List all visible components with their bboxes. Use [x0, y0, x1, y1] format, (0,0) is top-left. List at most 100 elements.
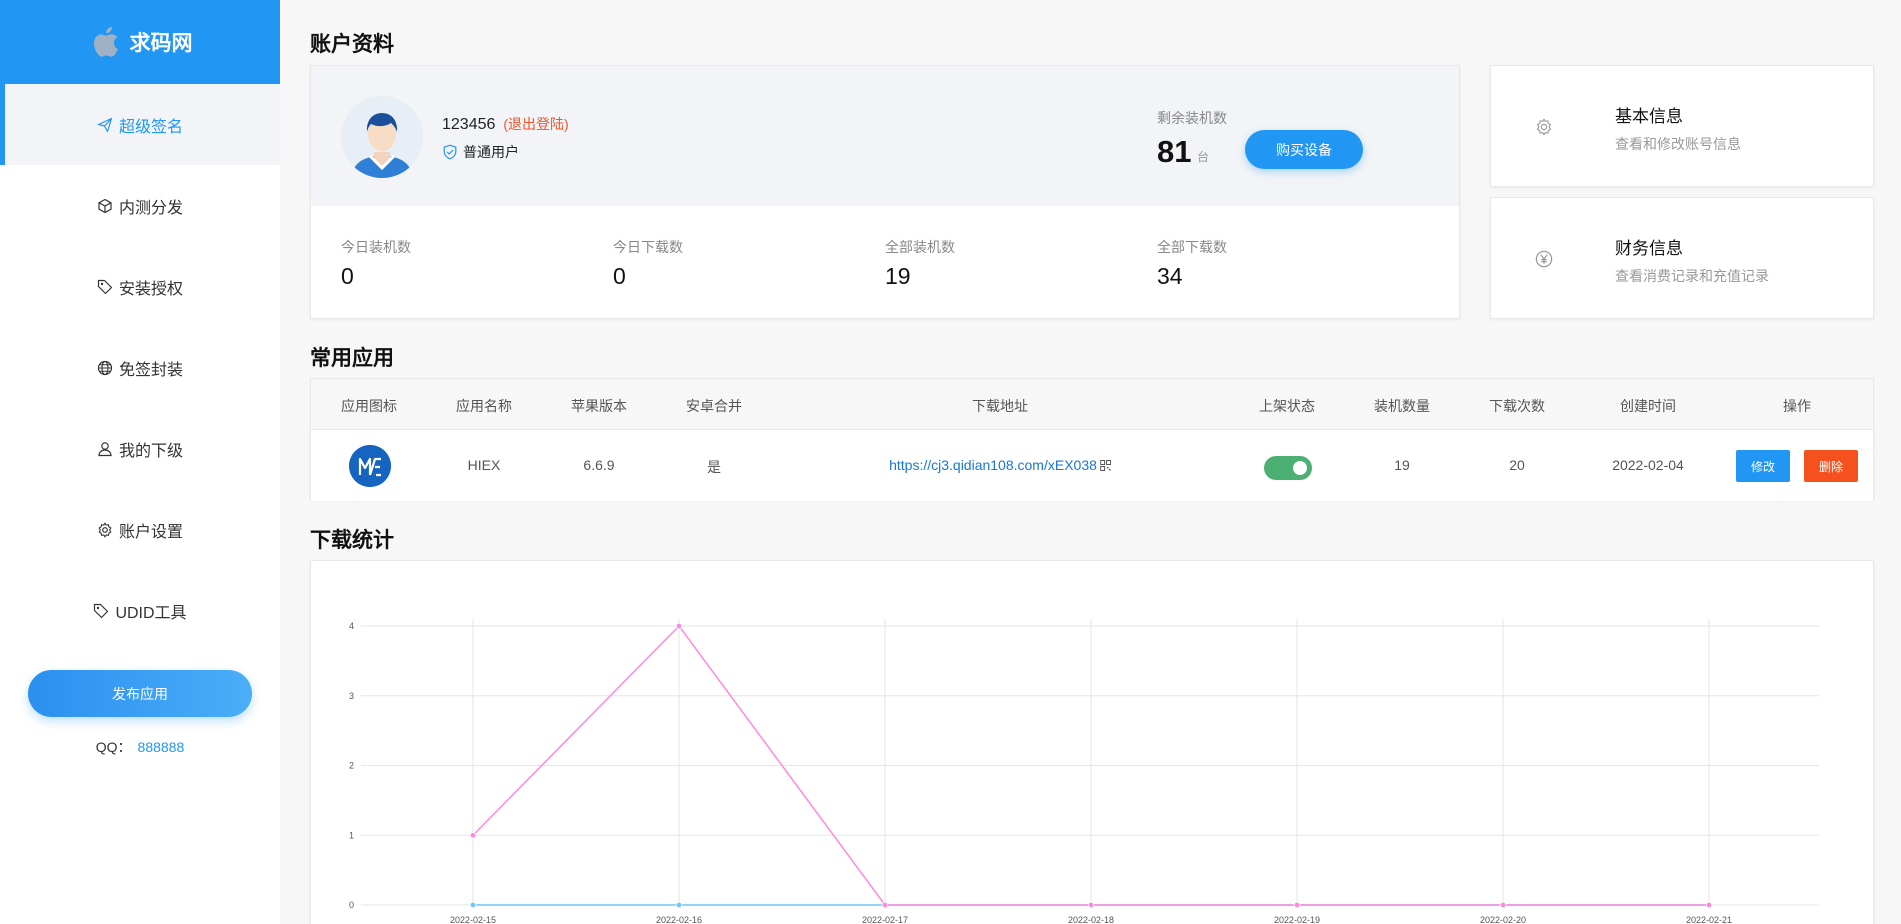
download-stats-chart-card: 0 1 2 3 4 2022-02-15 2022-02-16 2022-02-17 2022-… [310, 560, 1874, 924]
sidebar-item-udid-tool[interactable]: UDID工具 [0, 570, 280, 651]
sidebar-item-label: UDID工具 [115, 604, 187, 622]
avatar-user-icon [341, 96, 423, 178]
send-icon [97, 117, 113, 132]
ios-version: 6.6.9 [583, 457, 615, 473]
download-url-cell: https://cj3.qidian108.com/xEX038 [889, 457, 1111, 473]
y-tick-label: 0 [349, 900, 354, 910]
brand-header[interactable]: 求码网 [0, 0, 280, 84]
app-icon[interactable] [349, 445, 391, 487]
download-count: 20 [1509, 457, 1525, 473]
qq-contact: QQ： 888888 [0, 737, 280, 757]
x-tick-label: 2022-02-16 [656, 915, 702, 924]
stat-total-installs: 全部装机数 19 [885, 237, 955, 290]
data-point [469, 832, 477, 839]
stat-today-installs: 今日装机数 0 [341, 237, 411, 290]
sidebar-item-label: 免签封装 [118, 361, 183, 379]
column-header: 应用名称 [456, 398, 512, 414]
delete-app-button[interactable]: 删除 [1804, 450, 1858, 482]
tag-icon [97, 279, 113, 294]
data-point [1293, 901, 1301, 909]
sidebar-item-beta-distribution[interactable]: 内测分发 [0, 165, 280, 246]
data-point [469, 901, 477, 909]
yen-icon [1535, 250, 1553, 268]
stat-value: 34 [1157, 263, 1183, 289]
username: 123456 (退出登陆) [442, 114, 569, 134]
user-role: 普通用户 [442, 142, 519, 162]
x-tick-label: 2022-02-21 [1686, 915, 1732, 924]
stat-label: 全部装机数 [885, 239, 955, 255]
edit-app-button[interactable]: 修改 [1736, 450, 1790, 482]
stat-today-downloads: 今日下载数 0 [613, 237, 683, 290]
y-tick-label: 2 [349, 761, 354, 771]
stat-value: 19 [885, 263, 911, 289]
column-header: 安卓合并 [686, 398, 742, 414]
download-stats-title: 下载统计 [310, 529, 394, 552]
data-point [1499, 901, 1507, 909]
stats-row: 今日装机数 0 今日下载数 0 全部装机数 19 全部下载数 34 [311, 206, 1459, 318]
column-header: 创建时间 [1620, 398, 1676, 414]
x-tick-label: 2022-02-17 [862, 915, 908, 924]
avatar[interactable] [341, 96, 423, 178]
install-count: 19 [1394, 457, 1410, 473]
data-point [881, 901, 889, 909]
publish-app-button[interactable]: 发布应用 [28, 670, 252, 717]
basic-info-card[interactable]: 基本信息 查看和修改账号信息 [1490, 65, 1874, 187]
y-tick-label: 4 [349, 621, 354, 631]
sidebar-item-label: 超级签名 [118, 118, 183, 136]
stat-value: 0 [341, 263, 354, 289]
column-header: 装机数量 [1374, 398, 1430, 414]
qr-code-icon[interactable] [1099, 460, 1111, 471]
apps-table: 应用图标 应用名称 苹果版本 安卓合并 下载地址 上架状态 装机数量 下载次数 … [310, 378, 1874, 501]
column-header: 下载次数 [1489, 398, 1545, 414]
remaining-installs-unit: 台 [1197, 150, 1210, 164]
x-tick-label: 2022-02-19 [1274, 915, 1320, 924]
listing-status-toggle[interactable] [1264, 456, 1312, 480]
apps-section-title: 常用应用 [310, 347, 394, 370]
sidebar-item-label: 账户设置 [118, 523, 183, 541]
data-point [1705, 901, 1713, 909]
qq-number-link[interactable]: 888888 [138, 739, 185, 755]
logout-link[interactable]: (退出登陆) [503, 116, 568, 132]
sidebar-item-super-sign[interactable]: 超级签名 [0, 84, 280, 165]
created-date: 2022-02-04 [1612, 457, 1684, 473]
profile-header: 123456 (退出登陆) 普通用户 剩余装机数 81 台 购买设备 [311, 66, 1459, 206]
download-line-chart: 0 1 2 3 4 2022-02-15 2022-02-16 2022-02-17 2022-… [349, 619, 1819, 924]
remaining-installs-value: 81 [1157, 134, 1192, 169]
app-name: HIEX [467, 457, 501, 473]
data-point [675, 622, 683, 630]
sidebar-item-sign-free-wrap[interactable]: 免签封装 [0, 327, 280, 408]
finance-info-card[interactable]: 财务信息 查看消费记录和充值记录 [1490, 197, 1874, 319]
buy-devices-button[interactable]: 购买设备 [1245, 130, 1363, 169]
sidebar-item-my-subordinates[interactable]: 我的下级 [0, 408, 280, 489]
account-profile-card: 123456 (退出登陆) 普通用户 剩余装机数 81 台 购买设备 今日装机数 … [310, 65, 1460, 319]
column-header: 上架状态 [1259, 398, 1315, 414]
tag-icon [94, 603, 109, 618]
user-icon [98, 441, 112, 456]
table-header: 应用图标 应用名称 苹果版本 安卓合并 下载地址 上架状态 装机数量 下载次数 … [311, 379, 1873, 430]
sidebar-item-install-auth[interactable]: 安装授权 [0, 246, 280, 327]
x-tick-label: 2022-02-18 [1068, 915, 1114, 924]
data-point [675, 901, 683, 909]
brand-name: 求码网 [129, 32, 193, 55]
sidebar-item-label: 内测分发 [118, 199, 183, 217]
role-label: 普通用户 [463, 144, 519, 160]
android-merge: 是 [707, 459, 721, 475]
basic-info-title: 基本信息 [1615, 107, 1683, 126]
cube-icon [98, 198, 112, 213]
finance-info-title: 财务信息 [1615, 239, 1683, 258]
remaining-installs-label: 剩余装机数 [1157, 110, 1227, 126]
x-tick-label: 2022-02-15 [450, 915, 496, 924]
sidebar-item-account-settings[interactable]: 账户设置 [0, 489, 280, 570]
apple-logo-icon [93, 26, 118, 57]
stat-label: 今日下载数 [613, 239, 683, 255]
table-row: HIEX 6.6.9 是 https://cj3.qidian108.com/x… [311, 430, 1873, 501]
sidebar: 求码网 超级签名 内测分发 安装授权 免签封装 我的下级 账户设置 UDID工具… [0, 0, 280, 924]
sidebar-item-label: 我的下级 [118, 442, 183, 460]
download-url-link[interactable]: https://cj3.qidian108.com/xEX038 [889, 457, 1097, 473]
column-header: 操作 [1783, 398, 1811, 414]
shield-icon [443, 144, 457, 160]
gear-icon [1536, 118, 1552, 136]
stat-label: 今日装机数 [341, 239, 411, 255]
stat-total-downloads: 全部下载数 34 [1157, 237, 1227, 290]
column-header: 下载地址 [972, 398, 1028, 414]
